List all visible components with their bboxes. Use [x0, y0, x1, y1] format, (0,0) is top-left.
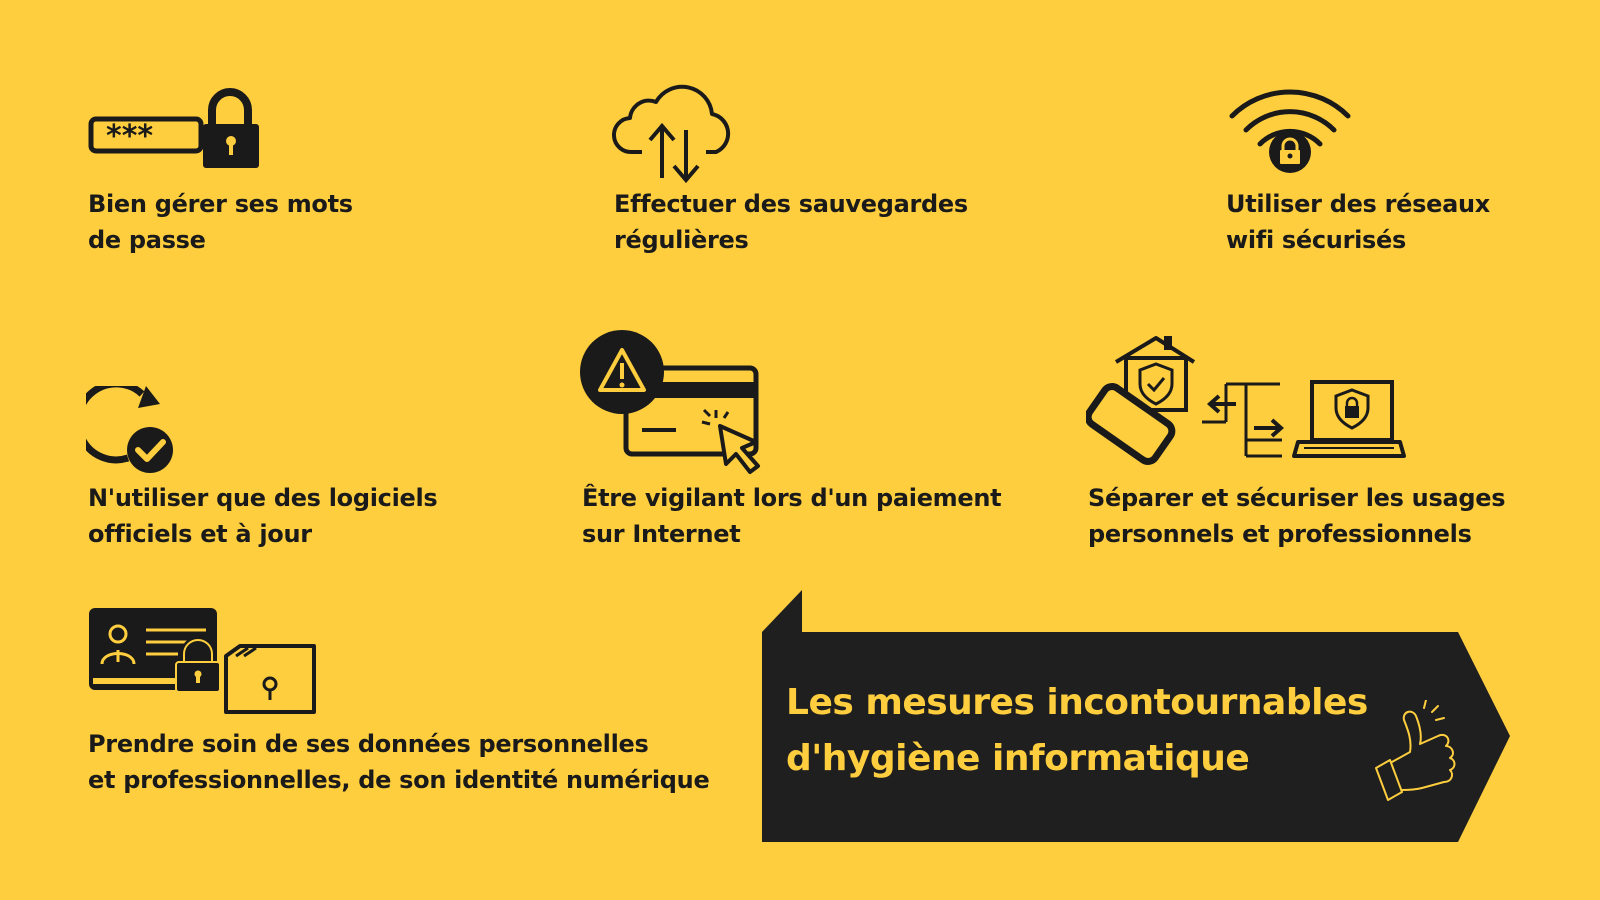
thumbs-up-icon — [1375, 700, 1456, 801]
page-title: Les mesures incontournables d'hygiène in… — [786, 675, 1368, 787]
title-line: Les mesures incontournables — [786, 682, 1368, 723]
title-line: d'hygiène informatique — [786, 738, 1250, 779]
